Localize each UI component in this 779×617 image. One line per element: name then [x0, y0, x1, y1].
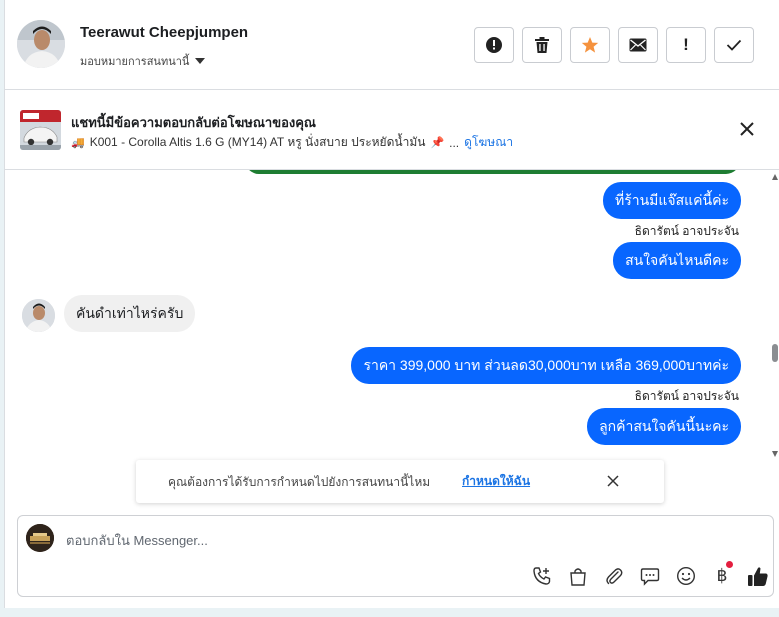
shopping-bag-icon	[570, 567, 586, 586]
smiley-icon	[676, 566, 696, 586]
shop-button[interactable]	[560, 564, 596, 588]
star-icon	[581, 37, 599, 53]
delete-button[interactable]	[522, 27, 562, 63]
envelope-icon	[629, 38, 647, 52]
report-button[interactable]	[474, 27, 514, 63]
mail-button[interactable]	[618, 27, 658, 63]
assign-to-me-link[interactable]: กำหนดให้ฉัน	[462, 472, 530, 491]
ad-thumbnail[interactable]	[20, 110, 61, 150]
scroll-up-icon[interactable]	[772, 174, 778, 180]
phone-add-icon	[533, 567, 551, 585]
attach-button[interactable]	[596, 564, 632, 588]
conversation-header: Teerawut Cheepjumpen มอบหมายการสนทนานี้	[5, 0, 779, 90]
contact-avatar[interactable]	[17, 20, 65, 68]
ad-ellipsis: ...	[449, 135, 460, 150]
outgoing-message[interactable]: สนใจคันไหนดีคะ	[613, 242, 741, 279]
notification-dot	[726, 561, 733, 568]
page-avatar	[26, 524, 54, 552]
trash-icon	[535, 37, 549, 53]
ad-banner-title: แชทนี้มีข้อความตอบกลับต่อโฆษณาของคุณ	[71, 115, 316, 130]
truck-icon: 🚚	[71, 137, 85, 149]
reply-composer: ฿	[17, 515, 774, 597]
conversation-actions: !	[474, 27, 754, 63]
payment-button[interactable]: ฿	[704, 561, 740, 588]
pin-icon: 📌	[430, 137, 445, 149]
thumbs-up-icon	[748, 566, 768, 586]
partial-message-bubble	[245, 170, 740, 174]
check-icon	[726, 39, 742, 51]
sender-name: ธิดารัตน์ อาจประจัน	[634, 389, 739, 403]
outgoing-message[interactable]: ลูกค้าสนใจคันนี้นะคะ	[587, 408, 741, 445]
assign-prompt: คุณต้องการได้รับการกำหนดไปยังการสนทนานี้…	[136, 460, 664, 503]
close-icon[interactable]	[606, 474, 620, 488]
baht-icon: ฿	[716, 566, 728, 586]
emoji-button[interactable]	[668, 564, 704, 588]
composer-toolbar: ฿	[524, 561, 776, 588]
outgoing-message[interactable]: ที่ร้านมีแจ๊สแค่นี้ค่ะ	[602, 182, 741, 219]
exclamation-icon: !	[683, 35, 689, 54]
assign-dropdown[interactable]: มอบหมายการสนทนานี้	[80, 52, 206, 70]
assign-prompt-text: คุณต้องการได้รับการกำหนดไปยังการสนทนานี้…	[168, 475, 431, 489]
phone-add-button[interactable]	[524, 564, 560, 588]
view-ad-link[interactable]: ดูโฆษณา	[464, 133, 513, 152]
like-button[interactable]	[740, 564, 776, 588]
assign-label: มอบหมายการสนทนานี้	[80, 56, 190, 68]
contact-name: Teerawut Cheepjumpen	[80, 24, 249, 41]
contact-avatar-small[interactable]	[22, 299, 55, 332]
sender-name: ธิดารัตน์ อาจประจัน	[634, 224, 739, 238]
incoming-message[interactable]: คันดำเท่าไหร่ครับ	[64, 295, 196, 332]
scroll-down-icon[interactable]	[772, 451, 778, 457]
mark-done-button[interactable]	[714, 27, 754, 63]
ad-description: K001 - Corolla Altis 1.6 G (MY14) AT หรู…	[89, 135, 426, 149]
saved-replies-button[interactable]	[632, 564, 668, 588]
reply-input[interactable]	[66, 530, 666, 550]
mark-important-button[interactable]: !	[666, 27, 706, 63]
outgoing-message[interactable]: ราคา 399,000 บาท ส่วนลด30,000บาท เหลือ 3…	[351, 347, 741, 384]
ad-banner-subtitle: 🚚 K001 - Corolla Altis 1.6 G (MY14) AT ห…	[71, 133, 513, 152]
alert-circle-icon	[486, 37, 502, 53]
ad-reply-banner: แชทนี้มีข้อความตอบกลับต่อโฆษณาของคุณ 🚚 K…	[5, 90, 779, 170]
conversation-panel: Teerawut Cheepjumpen มอบหมายการสนทนานี้	[4, 0, 779, 608]
close-icon[interactable]	[738, 120, 756, 138]
scroll-thumb[interactable]	[772, 344, 778, 362]
star-button[interactable]	[570, 27, 610, 63]
message-scrollbar[interactable]	[771, 170, 779, 460]
paperclip-icon	[606, 568, 623, 585]
speech-bubble-icon	[640, 567, 660, 586]
caret-down-icon	[195, 58, 206, 64]
